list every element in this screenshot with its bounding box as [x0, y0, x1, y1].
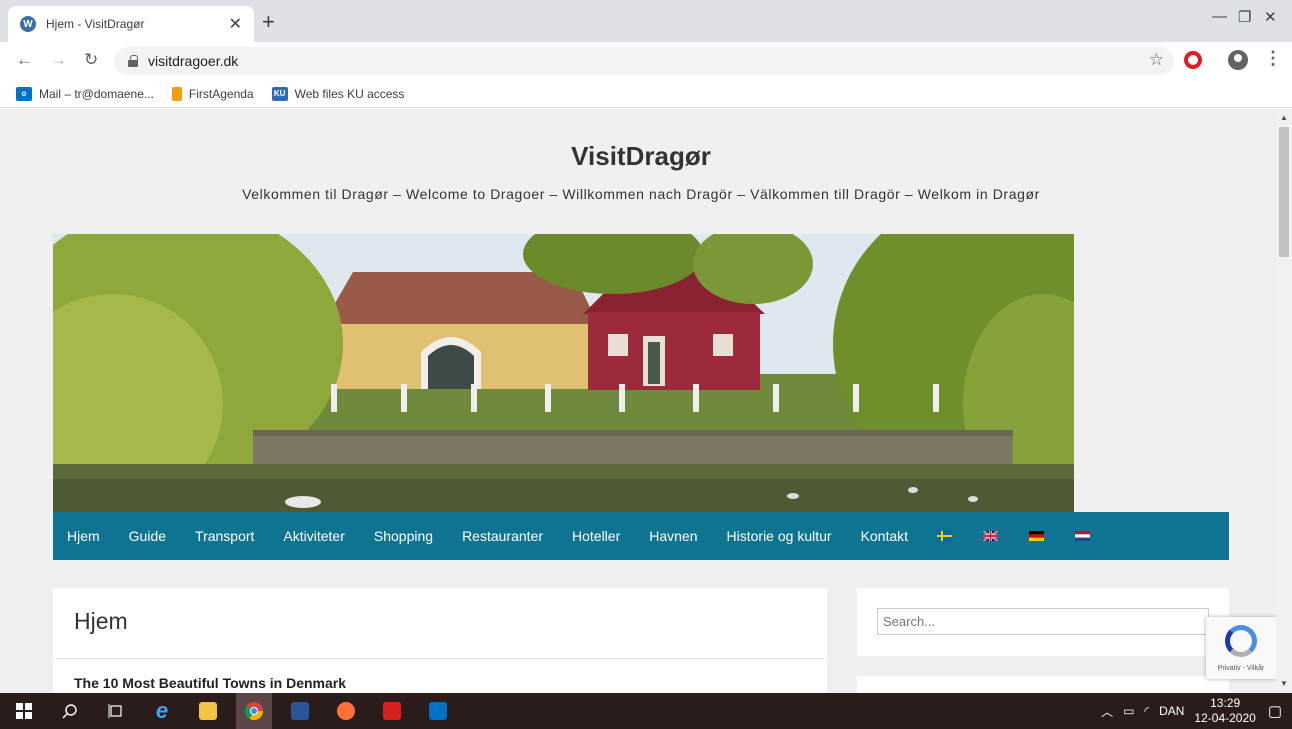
bookmark-label: Web files KU access	[294, 86, 405, 101]
bookmarks-bar: o Mail – tr@domaene... FirstAgenda KU We…	[0, 80, 1292, 108]
language-indicator[interactable]: DAN	[1159, 704, 1184, 718]
acrobat-icon[interactable]	[374, 693, 410, 729]
nav-kontakt[interactable]: Kontakt	[861, 528, 908, 544]
clock[interactable]: 13:29 12-04-2020	[1194, 696, 1255, 726]
search-widget	[857, 588, 1229, 656]
browser-toolbar: ← → ↻ visitdragoer.dk ☆ ⋮	[0, 42, 1292, 80]
windows-start-icon[interactable]	[6, 693, 42, 729]
back-icon[interactable]: ←	[16, 50, 33, 70]
clock-date: 12-04-2020	[1194, 711, 1256, 725]
site-title[interactable]: VisitDragør	[0, 141, 1276, 172]
bookmark-web-files[interactable]: KU Web files KU access	[271, 86, 405, 101]
recaptcha-icon	[1225, 625, 1257, 657]
nav-transport[interactable]: Transport	[195, 528, 254, 544]
file-explorer-icon[interactable]	[190, 693, 226, 729]
nav-hoteller[interactable]: Hoteller	[572, 528, 620, 544]
notification-icon[interactable]: ▢	[1268, 702, 1282, 720]
divider	[53, 658, 827, 659]
sweden-flag-icon[interactable]	[937, 531, 953, 541]
nav-restauranter[interactable]: Restauranter	[462, 528, 543, 544]
post-title[interactable]: The 10 Most Beautiful Towns in Denmark	[74, 675, 346, 691]
page-title: Hjem	[74, 608, 128, 634]
outlook-icon: o	[16, 86, 32, 101]
nav-hjem[interactable]: Hjem	[67, 528, 100, 544]
bookmark-star-icon[interactable]: ☆	[1149, 50, 1164, 70]
word-icon[interactable]	[282, 693, 318, 729]
scroll-thumb[interactable]	[1279, 127, 1289, 257]
nav-shopping[interactable]: Shopping	[374, 528, 433, 544]
recaptcha-terms[interactable]: Privativ - Vilkår	[1206, 665, 1276, 672]
netherlands-flag-icon[interactable]	[1075, 531, 1091, 541]
sidebar-widget	[857, 676, 1229, 693]
bookmark-flag-icon	[171, 86, 182, 101]
reload-icon[interactable]: ↻	[84, 50, 98, 70]
nav-historie-og-kultur[interactable]: Historie og kultur	[727, 528, 832, 544]
scroll-down-icon[interactable]: ▼	[1280, 679, 1288, 688]
forward-icon[interactable]: →	[50, 50, 67, 70]
clock-time: 13:29	[1210, 696, 1241, 710]
uk-flag-icon[interactable]	[983, 531, 999, 541]
wifi-icon[interactable]: ◜	[1144, 704, 1149, 718]
chevron-up-icon[interactable]: ︿	[1101, 703, 1113, 720]
close-tab-icon[interactable]: ✕	[229, 14, 242, 34]
main-navigation: Hjem Guide Transport Aktiviteter Shoppin…	[53, 512, 1229, 560]
header-image	[53, 234, 1074, 512]
chrome-icon[interactable]	[236, 693, 272, 729]
bookmark-label: FirstAgenda	[188, 86, 254, 101]
url-text: visitdragoer.dk	[148, 53, 239, 69]
edge-icon[interactable]: e	[144, 693, 180, 729]
nav-guide[interactable]: Guide	[129, 528, 166, 544]
bookmark-mail[interactable]: o Mail – tr@domaene...	[16, 86, 154, 101]
nav-aktiviteter[interactable]: Aktiviteter	[283, 528, 344, 544]
new-tab-button[interactable]: +	[262, 11, 275, 33]
profile-icon[interactable]	[1228, 50, 1248, 70]
menu-icon[interactable]: ⋮	[1264, 48, 1282, 69]
recaptcha-badge[interactable]: Privativ - Vilkår	[1206, 617, 1276, 679]
lock-icon	[128, 55, 138, 67]
search-icon[interactable]	[52, 693, 88, 729]
tab-strip: W Hjem - VisitDragør ✕ + — ❐ ✕	[0, 0, 1292, 42]
bookmark-label: Mail – tr@domaene...	[39, 86, 154, 101]
wordpress-icon: W	[20, 16, 36, 32]
close-window-icon[interactable]: ✕	[1264, 8, 1277, 26]
restore-icon[interactable]: ❐	[1238, 8, 1251, 26]
page-scrollbar[interactable]: ▲ ▼	[1276, 109, 1292, 693]
scroll-up-icon[interactable]: ▲	[1280, 113, 1288, 122]
outlook-icon[interactable]	[420, 693, 456, 729]
site-description: Velkommen til Dragør – Welcome to Dragoe…	[242, 186, 1040, 202]
header-photo-dragor-pond	[53, 234, 1074, 512]
browser-tab[interactable]: W Hjem - VisitDragør ✕	[8, 6, 254, 42]
main-content: Hjem The 10 Most Beautiful Towns in Denm…	[53, 588, 827, 693]
search-input[interactable]	[877, 608, 1209, 635]
page-viewport: VisitDragør Velkommen til Dragør – Welco…	[0, 109, 1276, 693]
minimize-icon[interactable]: —	[1212, 8, 1227, 25]
tab-title: Hjem - VisitDragør	[46, 17, 145, 31]
opera-extension-icon[interactable]	[1184, 51, 1202, 69]
nav-havnen[interactable]: Havnen	[649, 528, 697, 544]
web-files-icon: KU	[271, 86, 288, 101]
system-tray: ︿ ▭ ◜ DAN 13:29 12-04-2020 ▢	[1101, 693, 1292, 729]
battery-icon[interactable]: ▭	[1123, 704, 1134, 718]
bookmark-firstagenda[interactable]: FirstAgenda	[171, 86, 254, 101]
germany-flag-icon[interactable]	[1029, 531, 1045, 541]
firefox-icon[interactable]	[328, 693, 364, 729]
task-view-icon[interactable]	[98, 693, 134, 729]
address-bar[interactable]: visitdragoer.dk ☆	[114, 47, 1174, 75]
windows-taskbar: e ︿ ▭ ◜ DAN 13:29 12-04-2020 ▢	[0, 693, 1292, 729]
